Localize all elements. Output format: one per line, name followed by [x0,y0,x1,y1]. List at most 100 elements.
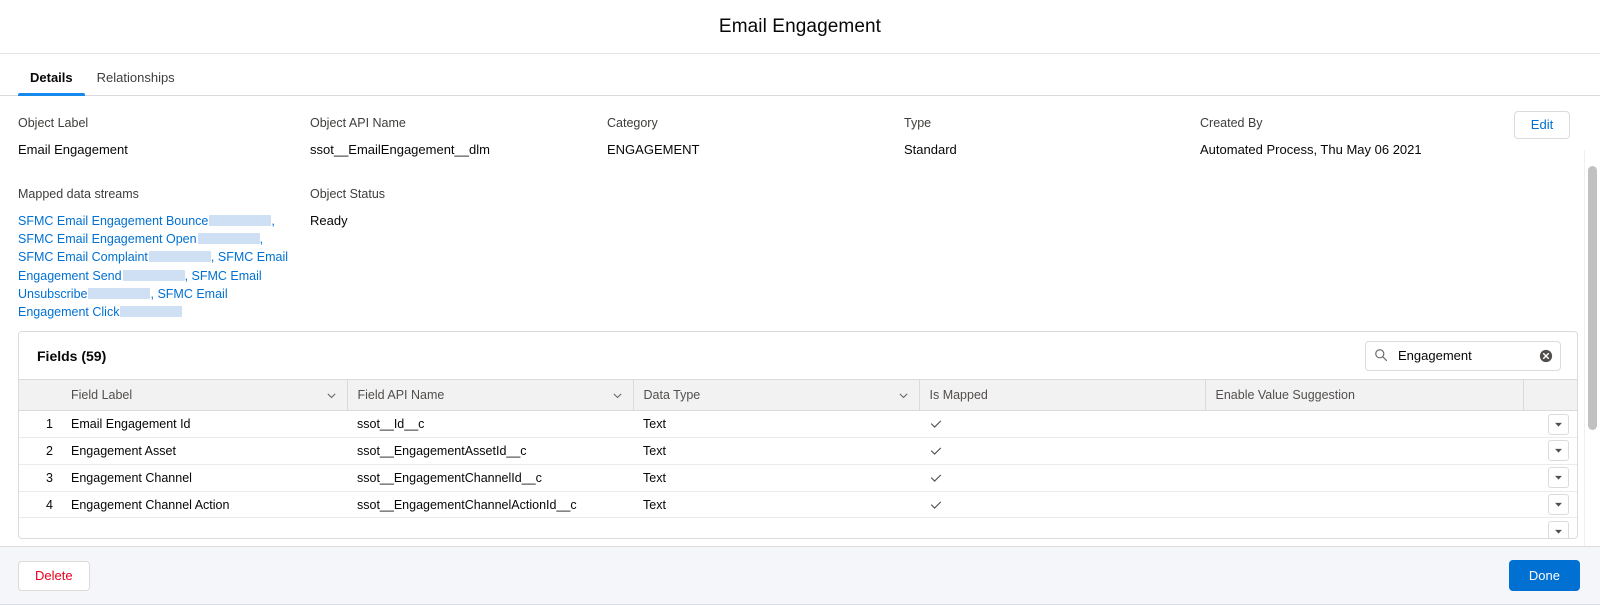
column-header-field-api-name[interactable]: Field API Name [346,379,633,412]
detail-label: Created By [1200,116,1263,130]
detail-value: ssot__EmailEngagement__dlm [310,142,490,157]
detail-grid-row-1: Object Label Email Engagement Object API… [18,114,1578,159]
mapped-data-stream-links: SFMC Email Engagement Bounce, SFMC Email… [18,214,289,320]
fields-table-wrap: Field Label Field API Name Data Type Is … [19,379,1577,539]
detail-value: Automated Process, Thu May 06 2021 [1200,142,1422,157]
stream-link-label: SFMC Email Complaint [18,250,148,265]
cell-field-api-name [347,517,633,539]
row-actions-dropdown-button[interactable] [1548,440,1569,462]
row-number: 3 [19,464,61,492]
detail-value: Standard [904,142,957,157]
vertical-scrollbar-thumb[interactable] [1588,166,1597,430]
cell-field-label: Email Engagement Id [61,410,347,439]
cell-row-actions [1523,517,1577,539]
cell-enable-value-suggestion [1205,437,1523,465]
cell-is-mapped [919,410,1205,439]
cell-is-mapped [919,437,1205,465]
stream-link-1[interactable]: SFMC Email Engagement Open [18,232,197,246]
table-header-row: Field Label Field API Name Data Type Is … [19,379,1577,412]
detail-mapped-data-streams: Mapped data streams SFMC Email Engagemen… [18,185,310,321]
column-header-enable-value-suggestion[interactable]: Enable Value Suggestion [1204,379,1523,412]
chevron-down-icon [898,390,909,401]
cell-enable-value-suggestion [1205,491,1523,519]
cell-field-label: Engagement Channel Action [61,491,347,519]
detail-label: Object Status [310,187,386,201]
stream-link-2[interactable]: SFMC Email Complaint [18,250,148,264]
row-actions-dropdown-button[interactable] [1548,494,1569,515]
fields-card: Fields (59) Engagement Field Label Field… [18,331,1578,540]
done-button[interactable]: Done [1508,560,1580,591]
cell-enable-value-suggestion [1205,410,1523,439]
check-icon [929,498,1197,512]
column-header-label: Field Label [71,388,133,403]
delete-button[interactable]: Delete [18,560,90,591]
cell-field-label [61,517,347,539]
caret-down-icon [1554,420,1563,429]
caret-down-icon [1554,446,1563,455]
tab-relationships[interactable]: Relationships [85,71,187,95]
cell-enable-value-suggestion [1205,517,1523,539]
search-input[interactable] [1365,340,1561,371]
vertical-scrollbar-track[interactable] [1584,150,1599,546]
detail-spacer [607,185,904,321]
cell-enable-value-suggestion [1205,464,1523,492]
column-header-actions [1522,379,1577,412]
column-header-is-mapped[interactable]: Is Mapped [918,379,1205,412]
table-row-partial[interactable] [19,517,1577,539]
detail-label: Object Label [18,116,89,130]
cell-row-actions [1523,437,1577,465]
row-actions-dropdown-button[interactable] [1548,413,1569,435]
table-row[interactable]: 1 Email Engagement Id ssot__Id__c Text [19,410,1577,439]
cell-data-type: Text [633,491,919,519]
row-actions-dropdown-button[interactable] [1548,520,1569,539]
table-row[interactable]: 2 Engagement Asset ssot__EngagementAsset… [19,437,1577,465]
column-header-label: Data Type [643,388,701,403]
edit-button[interactable]: Edit [1514,111,1570,139]
cell-field-label: Engagement Channel [61,464,347,492]
detail-spacer [904,185,1200,321]
column-header-field-label[interactable]: Field Label [61,379,347,412]
redaction-block [122,269,185,281]
table-row[interactable]: 3 Engagement Channel ssot__EngagementCha… [19,464,1577,492]
detail-label: Object API Name [310,116,406,130]
cell-row-actions [1523,491,1577,519]
table-row[interactable]: 4 Engagement Channel Action ssot__Engage… [19,491,1577,519]
clear-search-icon[interactable] [1539,349,1553,363]
chevron-down-icon [326,390,337,401]
detail-label: Type [904,116,932,130]
stream-link-label: SFMC Email Engagement Bounce [18,214,209,228]
cell-row-actions [1523,464,1577,492]
object-detail-section: Edit Object Label Email Engagement Objec… [0,96,1600,325]
detail-type: Type Standard [904,114,1200,159]
fields-card-header: Fields (59) [19,332,1577,380]
edit-button-wrap: Edit [1514,111,1570,139]
cell-field-api-name: ssot__EngagementChannelActionId__c [347,491,633,519]
fields-search-box [1365,340,1561,371]
cell-row-actions [1523,410,1577,439]
detail-spacer [1200,185,1578,321]
page-title: Email Engagement [718,15,882,37]
cell-data-type [633,517,919,539]
fields-table: Field Label Field API Name Data Type Is … [19,379,1577,539]
email-engagement-modal: Email Engagement Details Relationships E… [0,0,1600,605]
cell-is-mapped [919,491,1205,519]
row-number: 2 [19,437,61,465]
caret-down-icon [1554,527,1563,536]
detail-value: ENGAGEMENT [607,142,700,157]
row-actions-dropdown-button[interactable] [1548,467,1569,489]
cell-field-api-name: ssot__Id__c [347,410,633,439]
tab-details-label: Details [30,70,73,85]
column-header-label: Is Mapped [929,388,988,403]
redaction-block [148,251,211,263]
column-header-data-type[interactable]: Data Type [632,379,919,412]
fields-table-body: 1 Email Engagement Id ssot__Id__c Text 2… [19,410,1577,539]
tab-details[interactable]: Details [18,70,85,96]
stream-link-0[interactable]: SFMC Email Engagement Bounce [18,214,208,228]
column-header-label: Enable Value Suggestion [1215,388,1355,403]
modal-header: Email Engagement [0,0,1600,54]
modal-footer: Delete Done [0,546,1600,604]
cell-data-type: Text [633,464,919,492]
row-number-header [19,379,61,412]
cell-field-label: Engagement Asset [61,437,347,465]
check-icon [929,471,1197,485]
